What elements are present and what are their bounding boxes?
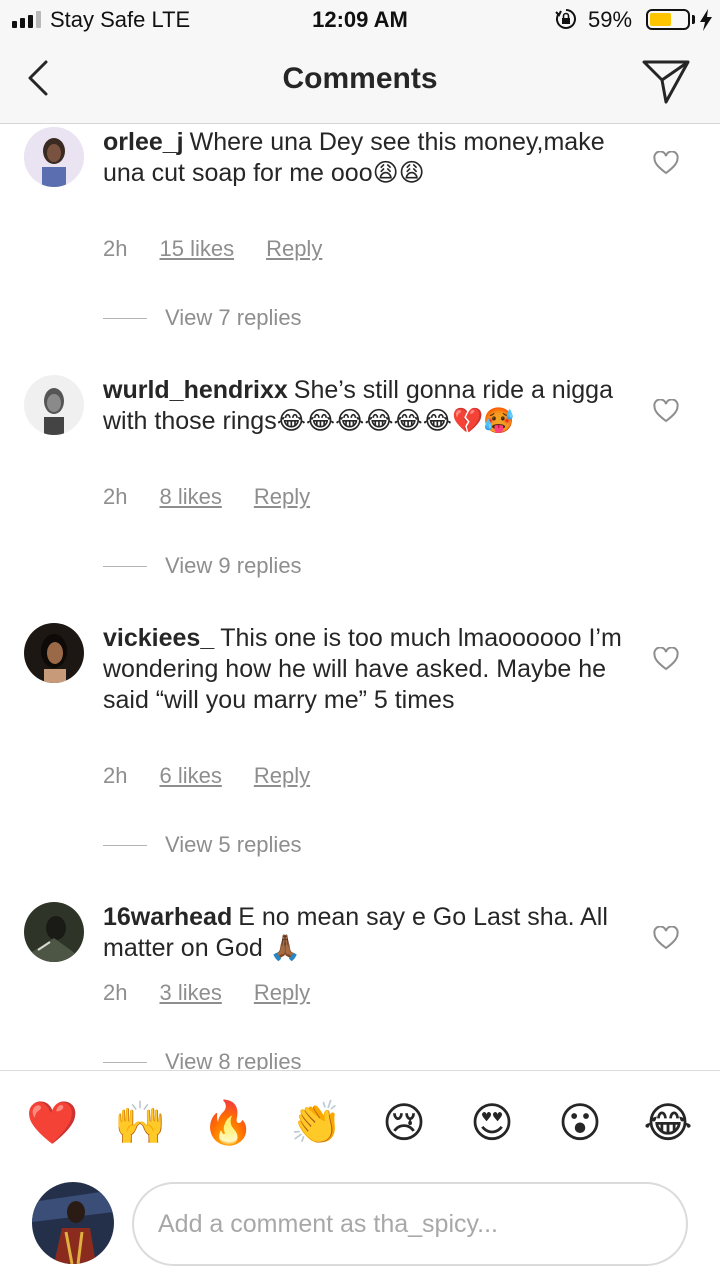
comment-text: 16warhead E no mean say e Go Last sha. Al… <box>103 902 623 964</box>
heart-icon[interactable] <box>653 647 679 671</box>
divider-line <box>103 1061 147 1063</box>
comment-username[interactable]: wurld_hendrixx <box>103 376 288 404</box>
rotation-lock-icon <box>555 9 576 29</box>
comment-input[interactable]: Add a comment as tha_spicy... <box>132 1182 688 1266</box>
my-avatar <box>32 1182 114 1264</box>
reply-button[interactable]: Reply <box>266 236 322 262</box>
comment-time: 2h <box>103 763 128 788</box>
header: Comments <box>0 40 720 124</box>
heart-icon[interactable] <box>653 926 679 950</box>
likes-link[interactable]: 3 likes <box>159 980 221 1006</box>
comment-username[interactable]: orlee_j <box>103 128 184 156</box>
divider-line <box>103 844 147 846</box>
emoji-raised-hands-button[interactable]: 🙌 <box>114 1097 166 1149</box>
view-replies-button[interactable]: View 9 replies <box>103 553 302 579</box>
avatar[interactable] <box>24 375 84 435</box>
view-replies-button[interactable]: View 5 replies <box>103 832 302 858</box>
comment-meta: 2h 6 likes Reply <box>103 763 310 789</box>
battery-level-fill <box>650 13 671 26</box>
divider-line <box>103 565 147 567</box>
emoji-crying-button[interactable]: 😢 <box>378 1097 430 1149</box>
comment-text: vickiees_ This one is too much lmaoooooo … <box>103 623 623 716</box>
comment-username[interactable]: 16warhead <box>103 903 232 931</box>
view-replies-label: View 8 replies <box>165 1049 302 1070</box>
comment-time: 2h <box>103 980 128 1005</box>
page-title: Comments <box>282 62 438 95</box>
comment-composer: Add a comment as tha_spicy... <box>0 1170 720 1280</box>
view-replies-label: View 5 replies <box>165 832 302 857</box>
emoji-quick-bar: ❤️ 🙌 🔥 👏 😢 😍 😮 😂 <box>0 1070 720 1170</box>
comment-list[interactable]: orlee_j Where una Dey see this money,make… <box>0 125 720 1070</box>
comment-meta: 2h 8 likes Reply <box>103 484 310 510</box>
reply-button[interactable]: Reply <box>254 484 310 510</box>
emoji-fire-button[interactable]: 🔥 <box>202 1097 254 1149</box>
comment-text: orlee_j Where una Dey see this money,make… <box>103 127 623 189</box>
charging-bolt-icon <box>700 9 712 31</box>
emoji-clap-button[interactable]: 👏 <box>290 1097 342 1149</box>
view-replies-label: View 9 replies <box>165 553 302 578</box>
likes-link[interactable]: 8 likes <box>159 484 221 510</box>
divider-line <box>103 317 147 319</box>
battery-icon <box>646 9 690 30</box>
view-replies-button[interactable]: View 7 replies <box>103 305 302 331</box>
emoji-heart-button[interactable]: ❤️ <box>26 1097 78 1149</box>
reply-button[interactable]: Reply <box>254 980 310 1006</box>
emoji-laughing-button[interactable]: 😂 <box>642 1097 694 1149</box>
battery-cap <box>692 15 695 24</box>
heart-icon[interactable] <box>653 399 679 423</box>
avatar[interactable] <box>24 902 84 962</box>
view-replies-button[interactable]: View 8 replies <box>103 1049 302 1070</box>
avatar[interactable] <box>24 127 84 187</box>
status-bar: Stay Safe LTE 12:09 AM 59% <box>0 0 720 40</box>
comment-text: wurld_hendrixx She’s still gonna ride a n… <box>103 375 623 437</box>
comment-time: 2h <box>103 484 128 509</box>
comment-meta: 2h 3 likes Reply <box>103 980 310 1006</box>
emoji-heart-eyes-button[interactable]: 😍 <box>466 1097 518 1149</box>
comment-time: 2h <box>103 236 128 261</box>
comment-username[interactable]: vickiees_ <box>103 624 214 652</box>
avatar[interactable] <box>24 623 84 683</box>
battery-percentage: 59% <box>588 7 633 32</box>
comment-meta: 2h 15 likes Reply <box>103 236 322 262</box>
reply-button[interactable]: Reply <box>254 763 310 789</box>
view-replies-label: View 7 replies <box>165 305 302 330</box>
send-icon[interactable] <box>640 54 692 106</box>
likes-link[interactable]: 6 likes <box>159 763 221 789</box>
heart-icon[interactable] <box>653 151 679 175</box>
emoji-surprised-button[interactable]: 😮 <box>554 1097 606 1149</box>
likes-link[interactable]: 15 likes <box>159 236 234 262</box>
